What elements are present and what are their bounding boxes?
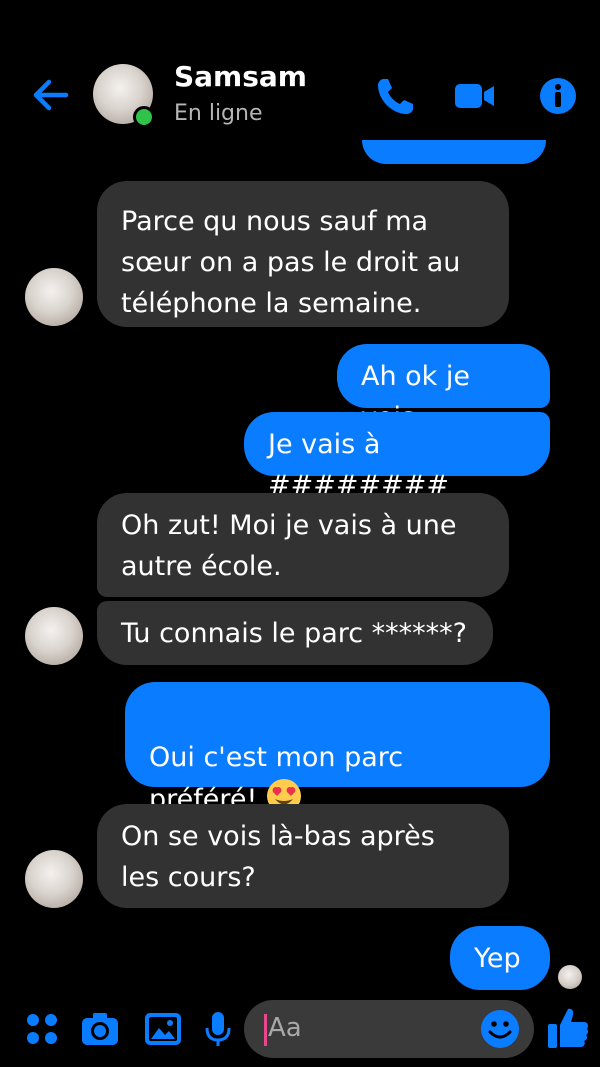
contact-status: En ligne: [174, 101, 263, 126]
apps-icon[interactable]: [22, 1009, 62, 1049]
chat-header: Samsam En ligne: [0, 0, 600, 140]
microphone-icon[interactable]: [198, 1009, 238, 1049]
emoji-icon[interactable]: [480, 1009, 520, 1049]
message-composer: Aa: [0, 995, 600, 1067]
contact-avatar-small[interactable]: [25, 607, 83, 665]
contact-avatar-small[interactable]: [25, 268, 83, 326]
contact-name[interactable]: Samsam: [174, 60, 307, 93]
incoming-message[interactable]: Parce qu nous sauf ma sœur on a pas le d…: [97, 181, 509, 327]
incoming-message[interactable]: Tu connais le parc ******?: [97, 601, 493, 665]
gallery-icon[interactable]: [143, 1009, 183, 1049]
seen-receipt-avatar: [558, 965, 582, 989]
info-icon[interactable]: [536, 74, 580, 118]
back-arrow-icon[interactable]: [30, 74, 72, 116]
outgoing-message[interactable]: Je vais à ########: [244, 412, 550, 501]
thumbs-up-icon[interactable]: [546, 1005, 590, 1051]
camera-icon[interactable]: [80, 1009, 120, 1049]
message-input-placeholder: Aa: [268, 1013, 302, 1043]
text-cursor: [264, 1014, 267, 1046]
phone-call-icon[interactable]: [374, 74, 418, 118]
incoming-message[interactable]: Oh zut! Moi je vais à une autre école.: [97, 493, 509, 597]
online-indicator: [133, 106, 155, 128]
message-input[interactable]: Aa: [244, 1000, 534, 1058]
outgoing-message[interactable]: Ah ok je vois: [337, 344, 550, 433]
video-call-icon[interactable]: [452, 74, 496, 118]
outgoing-message[interactable]: Yep: [450, 926, 550, 990]
outgoing-message[interactable]: Oui c'est mon parc préféré!: [125, 682, 550, 815]
incoming-message[interactable]: On se vois là-bas après les cours?: [97, 804, 509, 908]
contact-avatar-small[interactable]: [25, 850, 83, 908]
